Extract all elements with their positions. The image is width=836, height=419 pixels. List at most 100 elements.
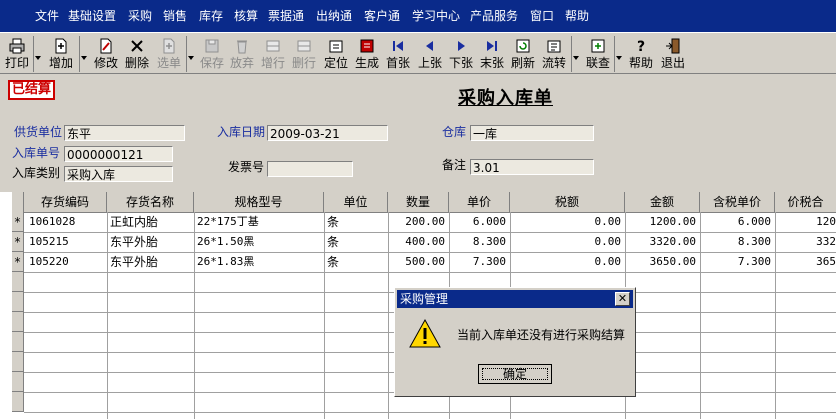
cell-tax-price[interactable]: 8.300: [701, 232, 771, 252]
invoice-field[interactable]: [267, 161, 353, 177]
print-dropdown-arrow[interactable]: [33, 36, 43, 72]
select-all-corner[interactable]: [12, 192, 24, 212]
close-button[interactable]: ✕: [615, 292, 630, 306]
cell-tax[interactable]: 0.00: [511, 232, 622, 252]
delete-button[interactable]: 删除: [123, 36, 151, 72]
modify-button[interactable]: 修改: [92, 36, 120, 72]
date-field[interactable]: 2009-03-21: [267, 125, 388, 141]
cell-spec[interactable]: 26*1.83黑: [197, 252, 322, 272]
cell-name[interactable]: 东平外胎: [110, 232, 192, 252]
menu-customer[interactable]: 客户通: [364, 9, 400, 23]
cell-spec[interactable]: 26*1.50黑: [197, 232, 322, 252]
remark-field[interactable]: 3.01: [470, 159, 594, 175]
col-tax[interactable]: 税额: [510, 192, 625, 212]
link-query-button[interactable]: 联查: [584, 36, 612, 72]
first-button[interactable]: 首张: [384, 36, 412, 72]
col-amount[interactable]: 金额: [625, 192, 700, 212]
col-total[interactable]: 价税合: [775, 192, 836, 212]
add-row-button[interactable]: 增行: [259, 36, 287, 72]
cell-total[interactable]: 332: [776, 232, 836, 252]
doc-no-field[interactable]: 0000000121: [64, 146, 173, 162]
select-button[interactable]: 选单: [155, 36, 183, 72]
cell-spec[interactable]: 22*175丁基: [197, 212, 322, 232]
cell-price[interactable]: 8.300: [450, 232, 506, 252]
cell-tax[interactable]: 0.00: [511, 252, 622, 272]
ok-button[interactable]: 确定: [478, 364, 552, 384]
row-selector[interactable]: *: [12, 252, 24, 272]
select-dropdown-arrow[interactable]: [186, 36, 196, 72]
col-qty[interactable]: 数量: [388, 192, 449, 212]
menu-learning[interactable]: 学习中心: [412, 9, 460, 23]
flow-dropdown-arrow[interactable]: [571, 36, 581, 72]
cell-unit[interactable]: 条: [327, 252, 385, 272]
warehouse-field[interactable]: 一库: [470, 125, 594, 141]
cell-amount[interactable]: 3320.00: [626, 232, 696, 252]
row-selector[interactable]: [12, 352, 24, 372]
row-selector[interactable]: [12, 392, 24, 412]
help-button[interactable]: ? 帮助: [627, 36, 655, 72]
supplier-field[interactable]: 东平: [64, 125, 185, 141]
cell-total[interactable]: 120: [776, 212, 836, 232]
exit-button[interactable]: 退出: [659, 36, 687, 72]
cell-tax[interactable]: 0.00: [511, 212, 622, 232]
cell-name[interactable]: 东平外胎: [110, 252, 192, 272]
menu-inventory[interactable]: 库存: [199, 9, 223, 23]
row-selector[interactable]: *: [12, 232, 24, 252]
link-query-dropdown-arrow[interactable]: [614, 36, 624, 72]
cell-unit[interactable]: 条: [327, 212, 385, 232]
generate-button[interactable]: 生成: [353, 36, 381, 72]
cell-code[interactable]: 105215: [29, 232, 105, 252]
menu-window[interactable]: 窗口: [530, 9, 554, 23]
col-spec[interactable]: 规格型号: [194, 192, 324, 212]
cell-qty[interactable]: 500.00: [389, 252, 445, 272]
menu-basic-settings[interactable]: 基础设置: [68, 9, 116, 23]
abandon-button[interactable]: 放弃: [228, 36, 256, 72]
row-selector[interactable]: [12, 372, 24, 392]
cell-unit[interactable]: 条: [327, 232, 385, 252]
menu-service[interactable]: 产品服务: [470, 9, 518, 23]
refresh-button[interactable]: 刷新: [509, 36, 537, 72]
cell-qty[interactable]: 400.00: [389, 232, 445, 252]
menu-purchase[interactable]: 采购: [128, 9, 152, 23]
menu-cashier[interactable]: 出纳通: [316, 9, 352, 23]
add-button[interactable]: 增加: [46, 36, 76, 72]
cell-tax-price[interactable]: 7.300: [701, 252, 771, 272]
row-selector[interactable]: [12, 312, 24, 332]
row-selector[interactable]: [12, 292, 24, 312]
cell-total[interactable]: 365: [776, 252, 836, 272]
col-tax-price[interactable]: 含税单价: [700, 192, 775, 212]
row-selector[interactable]: [12, 332, 24, 352]
type-field[interactable]: 采购入库: [64, 166, 173, 182]
last-button[interactable]: 末张: [478, 36, 506, 72]
col-unit[interactable]: 单位: [324, 192, 388, 212]
col-name[interactable]: 存货名称: [107, 192, 194, 212]
print-button[interactable]: 打印: [3, 36, 31, 72]
save-button[interactable]: 保存: [198, 36, 226, 72]
trash-icon: [234, 38, 250, 54]
dialog-title-bar[interactable]: 采购管理 ✕: [397, 290, 633, 308]
cell-price[interactable]: 6.000: [450, 212, 506, 232]
menu-accounting[interactable]: 核算: [234, 9, 258, 23]
cell-amount[interactable]: 3650.00: [626, 252, 696, 272]
row-selector[interactable]: [12, 272, 24, 292]
cell-price[interactable]: 7.300: [450, 252, 506, 272]
next-button[interactable]: 下张: [447, 36, 475, 72]
col-price[interactable]: 单价: [449, 192, 510, 212]
menu-bill[interactable]: 票据通: [268, 9, 304, 23]
add-dropdown-arrow[interactable]: [79, 36, 89, 72]
locate-button[interactable]: 定位: [322, 36, 350, 72]
delete-row-button[interactable]: 删行: [290, 36, 318, 72]
cell-code[interactable]: 1061028: [29, 212, 105, 232]
cell-name[interactable]: 正虹内胎: [110, 212, 192, 232]
row-selector[interactable]: *: [12, 212, 24, 232]
flow-button[interactable]: 流转: [540, 36, 568, 72]
cell-amount[interactable]: 1200.00: [626, 212, 696, 232]
menu-help[interactable]: 帮助: [565, 9, 589, 23]
menu-sales[interactable]: 销售: [163, 9, 187, 23]
col-code[interactable]: 存货编码: [24, 192, 107, 212]
prev-button[interactable]: 上张: [416, 36, 444, 72]
cell-qty[interactable]: 200.00: [389, 212, 445, 232]
cell-code[interactable]: 105220: [29, 252, 105, 272]
menu-file[interactable]: 文件: [35, 9, 59, 23]
cell-tax-price[interactable]: 6.000: [701, 212, 771, 232]
